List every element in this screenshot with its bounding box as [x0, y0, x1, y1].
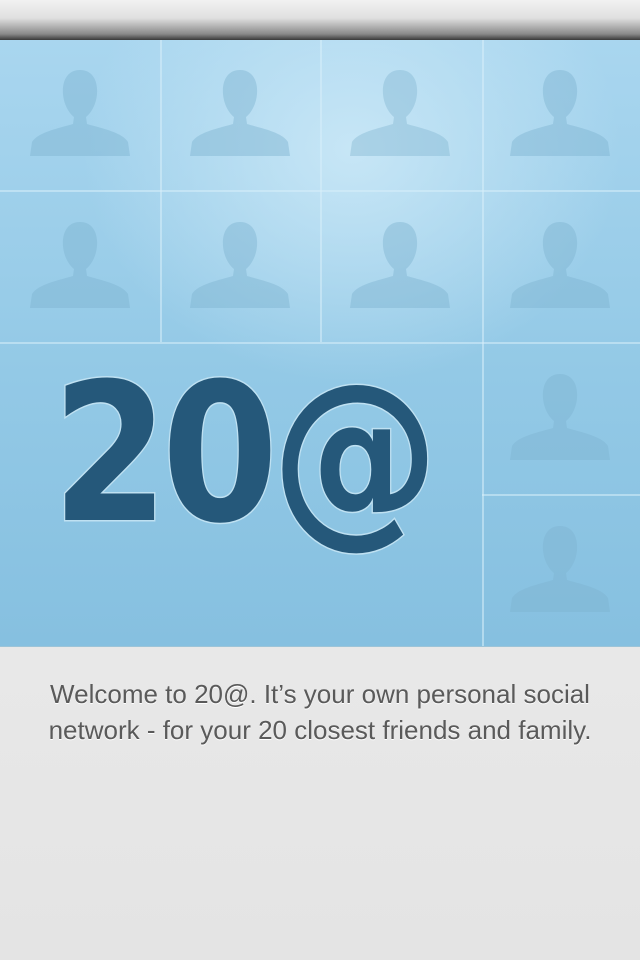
- app-logo-text: 20@: [52, 343, 432, 566]
- grid-divider: [482, 494, 640, 496]
- welcome-message: Welcome to 20@. It’s your own personal s…: [48, 679, 592, 745]
- hero-banner: 20@: [0, 40, 640, 647]
- person-silhouette-icon: [30, 68, 130, 156]
- top-bar-shadow: [0, 0, 640, 40]
- grid-divider: [0, 190, 640, 192]
- person-silhouette-icon: [190, 68, 290, 156]
- person-silhouette-icon: [510, 68, 610, 156]
- app-logo: 20@: [51, 342, 442, 568]
- person-silhouette-icon: [350, 68, 450, 156]
- person-silhouette-icon: [350, 220, 450, 308]
- person-silhouette-icon: [510, 524, 610, 612]
- person-silhouette-icon: [510, 372, 610, 460]
- welcome-screen: 20@ Welcome to 20@. It’s your own person…: [0, 0, 640, 960]
- person-silhouette-icon: [190, 220, 290, 308]
- person-silhouette-icon: [30, 220, 130, 308]
- person-silhouette-icon: [510, 220, 610, 308]
